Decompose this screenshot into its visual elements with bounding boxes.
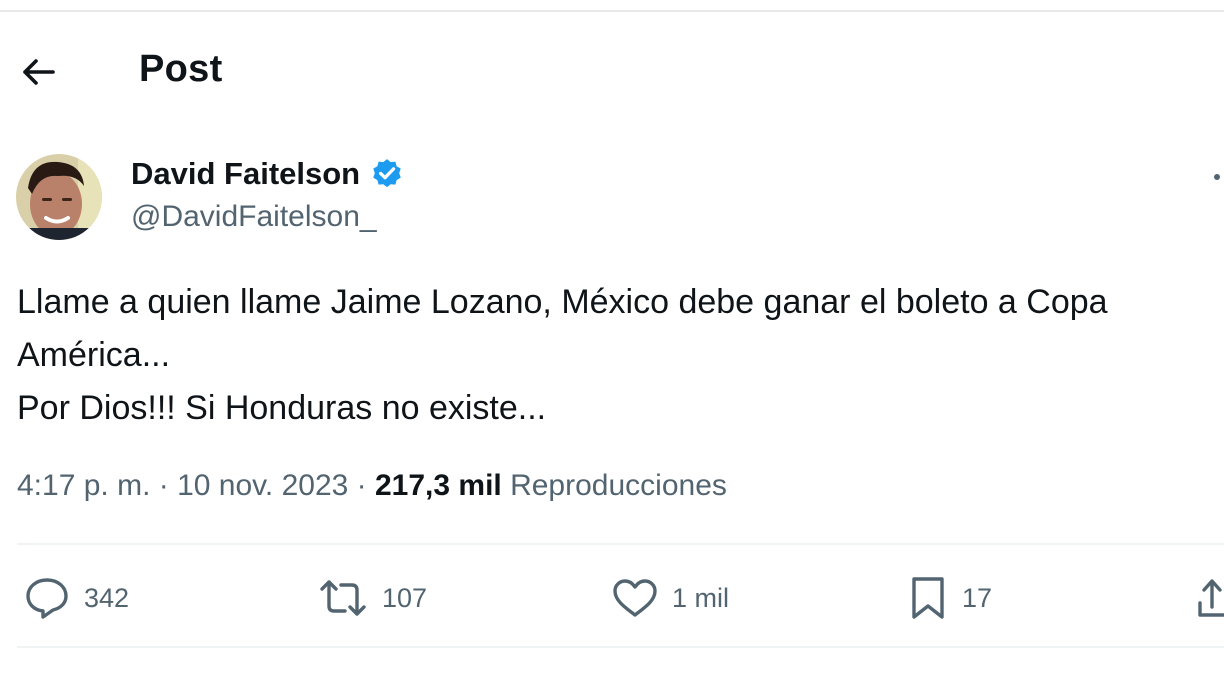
post-text: Llame a quien llame Jaime Lozano, México… bbox=[17, 276, 1224, 435]
heart-icon bbox=[613, 579, 657, 617]
views-label: Reproducciones bbox=[501, 469, 727, 502]
top-divider bbox=[0, 10, 1224, 12]
bookmark-button[interactable]: 17 bbox=[908, 574, 992, 622]
repost-button[interactable]: 107 bbox=[318, 574, 427, 622]
bookmark-count: 17 bbox=[962, 582, 993, 613]
post-text-line: Por Dios!!! Si Honduras no existe... bbox=[17, 389, 547, 427]
reply-icon bbox=[26, 578, 68, 619]
avatar[interactable] bbox=[16, 154, 102, 240]
post-page: Post David Faitelson @DavidFaitelson_ Ll… bbox=[0, 0, 1224, 678]
author-handle[interactable]: @DavidFaitelson_ bbox=[131, 200, 377, 234]
post-meta: 4:17 p. m. · 10 nov. 2023 · 217,3 mil Re… bbox=[17, 469, 727, 503]
page-title: Post bbox=[139, 48, 223, 90]
repost-count: 107 bbox=[382, 582, 428, 613]
bookmark-icon bbox=[912, 577, 944, 619]
reply-button[interactable]: 342 bbox=[24, 574, 129, 622]
author-name-text: David Faitelson bbox=[131, 156, 361, 191]
reply-count: 342 bbox=[84, 582, 130, 613]
like-button[interactable]: 1 mil bbox=[612, 574, 729, 622]
share-button[interactable] bbox=[1196, 574, 1224, 622]
more-options-icon[interactable] bbox=[1214, 174, 1220, 180]
arrow-left-icon bbox=[23, 59, 55, 85]
like-count: 1 mil bbox=[672, 582, 730, 613]
post-timestamp[interactable]: 4:17 p. m. · 10 nov. 2023 · bbox=[17, 469, 375, 502]
divider bbox=[17, 646, 1224, 648]
post-text-line: Llame a quien llame Jaime Lozano, México… bbox=[17, 283, 1108, 321]
author-name[interactable]: David Faitelson bbox=[131, 156, 404, 192]
divider bbox=[17, 543, 1224, 545]
share-icon bbox=[1198, 579, 1224, 617]
repost-icon bbox=[320, 580, 366, 616]
post-text-line: América... bbox=[17, 336, 171, 374]
back-button[interactable] bbox=[18, 52, 58, 92]
views-count: 217,3 mil bbox=[374, 469, 502, 502]
verified-badge-icon bbox=[373, 159, 401, 188]
post-header: Post bbox=[0, 44, 1224, 100]
